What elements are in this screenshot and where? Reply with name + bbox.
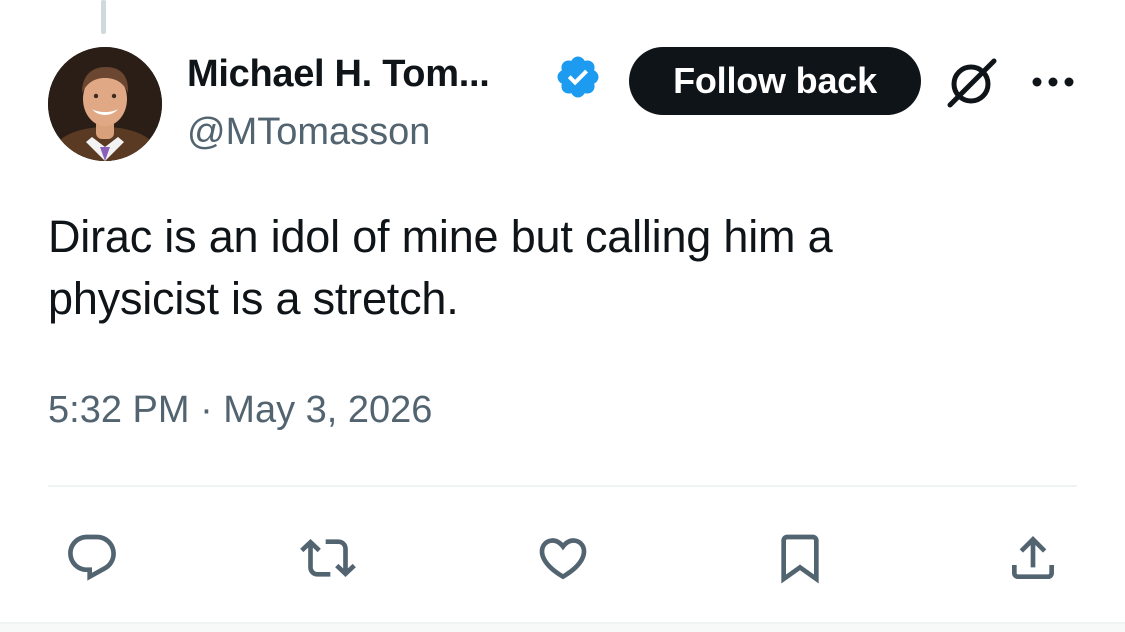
verified-badge-icon[interactable] — [554, 53, 602, 101]
thread-connector-line — [101, 0, 106, 34]
reply-icon — [68, 534, 116, 581]
tweet-text: Dirac is an idol of mine but calling him… — [48, 206, 1048, 330]
more-options-icon[interactable] — [1030, 70, 1076, 94]
repost-icon — [300, 539, 356, 577]
heart-icon — [539, 538, 587, 580]
bottom-border — [0, 622, 1125, 632]
avatar[interactable] — [48, 47, 162, 161]
avatar-photo — [48, 47, 162, 161]
bookmark-icon — [781, 534, 819, 584]
share-icon — [1012, 536, 1054, 579]
display-name[interactable]: Michael H. Tom... — [187, 50, 490, 98]
divider — [48, 485, 1077, 487]
reply-button[interactable] — [64, 530, 120, 586]
follow-back-button[interactable]: Follow back — [629, 47, 921, 115]
share-button[interactable] — [1005, 530, 1061, 586]
like-button[interactable] — [535, 530, 591, 586]
tweet-detail: Michael H. Tom... @MTomasson Follow back… — [0, 0, 1125, 632]
tweet-timestamp[interactable]: 5:32 PM · May 3, 2026 — [48, 386, 432, 434]
bookmark-button[interactable] — [772, 530, 828, 586]
tweet-text-line: physicist is a stretch. — [48, 273, 459, 324]
user-handle[interactable]: @MTomasson — [187, 108, 430, 156]
repost-button[interactable] — [300, 530, 356, 586]
grok-icon[interactable] — [942, 57, 1000, 109]
tweet-text-line: Dirac is an idol of mine but calling him… — [48, 211, 833, 262]
